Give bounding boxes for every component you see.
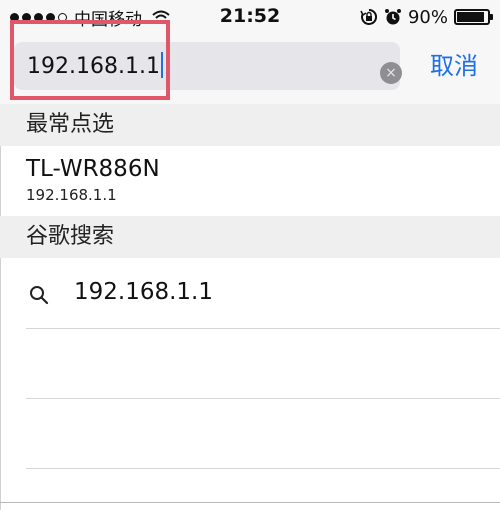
alarm-icon — [384, 9, 401, 25]
status-right: 90% — [360, 6, 493, 28]
list-divider — [26, 328, 500, 329]
battery-level — [457, 12, 484, 22]
address-field[interactable]: 192.168.1.1 × — [14, 42, 402, 90]
suggestion-item[interactable]: TL-WR886N 192.168.1.1 — [26, 154, 486, 206]
section-header-frequent: 最常点选 — [0, 104, 500, 146]
search-suggestion-text: 192.168.1.1 — [74, 279, 213, 305]
search-suggestion-row[interactable]: 192.168.1.1 — [0, 262, 500, 328]
suggestion-url: 192.168.1.1 — [26, 186, 117, 204]
list-divider — [26, 398, 500, 399]
search-icon — [30, 286, 49, 305]
text-caret — [160, 52, 163, 78]
rotation-lock-icon — [360, 8, 377, 25]
search-header: 192.168.1.1 × 取消 — [0, 34, 500, 105]
status-bar: 中国移动 21:52 90% — [0, 0, 500, 34]
section-header-google: 谷歌搜索 — [0, 216, 500, 258]
cancel-button[interactable]: 取消 — [430, 46, 478, 81]
address-input-value: 192.168.1.1 — [27, 54, 160, 79]
battery-percent: 90% — [407, 6, 448, 28]
address-input[interactable]: 192.168.1.1 — [27, 52, 163, 79]
clear-icon[interactable]: × — [380, 62, 402, 84]
battery-icon — [454, 9, 493, 25]
list-divider — [26, 468, 500, 469]
bottom-divider — [0, 502, 500, 503]
suggestion-title: TL-WR886N — [26, 156, 160, 182]
